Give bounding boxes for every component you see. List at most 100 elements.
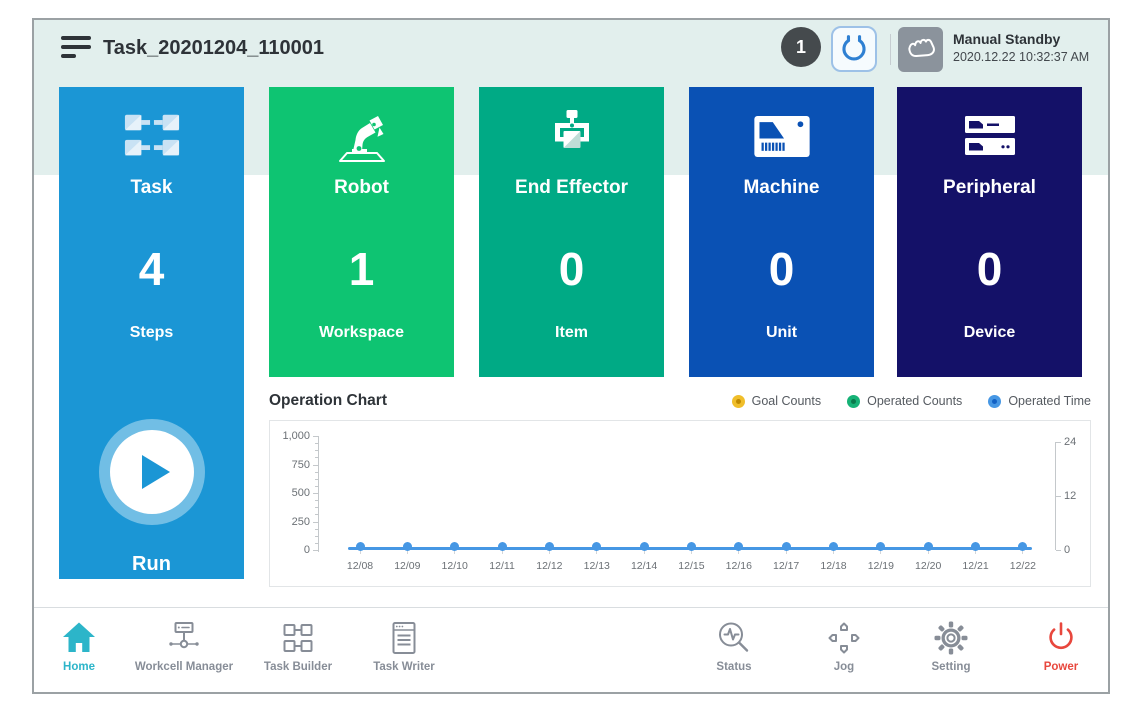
x-axis-label: 12/10 [433, 560, 477, 572]
legend-operated-counts[interactable]: Operated Counts [847, 394, 962, 408]
gripper-circle-icon [839, 32, 869, 67]
y-axis-minor-tick [315, 536, 318, 537]
nav-task-writer[interactable]: Task Writer [338, 618, 470, 673]
y-axis-minor-tick [313, 522, 318, 523]
header-divider [890, 34, 891, 65]
y-axis-left-tick: 750 [272, 459, 310, 471]
x-axis-label: 12/21 [954, 560, 998, 572]
run-button[interactable] [99, 419, 205, 525]
card-unit: Unit [689, 323, 874, 343]
operated-counts-dot-icon [847, 395, 860, 408]
card-unit: Steps [59, 323, 244, 343]
y-axis-minor-tick [313, 493, 318, 494]
y-axis-minor-tick [315, 479, 318, 480]
notification-badge[interactable]: 1 [781, 27, 821, 67]
bottom-navigation: Home Workcell Manager [34, 607, 1108, 692]
x-axis-label: 12/14 [622, 560, 666, 572]
y-axis-left-tick: 1,000 [272, 430, 310, 442]
goal-counts-dot-icon [732, 395, 745, 408]
data-point [450, 542, 459, 551]
data-point [876, 542, 885, 551]
nav-workcell-manager[interactable]: Workcell Manager [118, 618, 250, 673]
page-title: Task_20201204_110001 [103, 37, 324, 60]
data-point [498, 542, 507, 551]
manual-mode-tile[interactable] [898, 27, 943, 72]
menu-icon[interactable] [61, 36, 91, 62]
data-point [687, 542, 696, 551]
card-value: 0 [479, 237, 664, 301]
y-axis-minor-tick [313, 436, 318, 437]
card-robot[interactable]: Robot 1 Workspace [269, 87, 454, 377]
card-task[interactable]: Task 4 Steps Run [59, 87, 244, 579]
x-axis-label: 12/12 [527, 560, 571, 572]
legend-operated-time[interactable]: Operated Time [988, 394, 1091, 408]
play-icon [142, 455, 170, 489]
y-axis-minor-tick [313, 550, 318, 551]
data-point [971, 542, 980, 551]
y-axis-minor-tick [315, 450, 318, 451]
data-point [734, 542, 743, 551]
recovery-button[interactable] [831, 26, 877, 72]
x-axis-label: 12/15 [669, 560, 713, 572]
nav-power[interactable]: Power [995, 618, 1110, 673]
card-value: 0 [689, 237, 874, 301]
card-end-effector[interactable]: End Effector 0 Item [479, 87, 664, 377]
y-axis-right-tick [1056, 442, 1061, 443]
x-axis-label: 12/19 [859, 560, 903, 572]
data-point [640, 542, 649, 551]
gear-icon [931, 618, 971, 658]
y-axis-minor-tick [315, 486, 318, 487]
task-builder-icon [278, 618, 318, 658]
y-axis-minor-tick [313, 465, 318, 466]
data-point [782, 542, 791, 551]
home-icon [59, 618, 99, 658]
run-label: Run [59, 553, 244, 576]
x-axis-label: 12/16 [717, 560, 761, 572]
y-axis-minor-tick [315, 543, 318, 544]
chart-legend: Goal Counts Operated Counts Operated Tim… [732, 394, 1091, 408]
data-point [403, 542, 412, 551]
robot-arm-icon [269, 105, 454, 167]
data-point [592, 542, 601, 551]
y-axis-right-label: 24 [1064, 436, 1076, 448]
chart-title: Operation Chart [269, 392, 387, 410]
data-point [1018, 542, 1027, 551]
y-axis-left [318, 436, 319, 552]
card-label: Machine [689, 175, 874, 201]
y-axis-left-tick: 0 [272, 544, 310, 556]
server-stack-icon [897, 105, 1082, 167]
card-label: Peripheral [897, 175, 1082, 201]
x-axis-label: 12/09 [385, 560, 429, 572]
x-axis-label: 12/18 [812, 560, 856, 572]
machine-icon [689, 105, 874, 167]
x-axis-label: 12/11 [480, 560, 524, 572]
card-value: 0 [897, 237, 1082, 301]
x-axis-label: 12/08 [338, 560, 382, 572]
jog-dpad-icon [824, 618, 864, 658]
app-window: Task_20201204_110001 1 Manual Standby 20… [32, 18, 1110, 694]
robot-state: Manual Standby 2020.12.22 10:32:37 AM [953, 31, 1089, 64]
legend-goal-counts[interactable]: Goal Counts [732, 394, 821, 408]
data-point [356, 542, 365, 551]
status-magnifier-icon [714, 618, 754, 658]
gripper-icon [479, 105, 664, 167]
card-label: End Effector [479, 175, 664, 201]
y-axis-minor-tick [315, 529, 318, 530]
card-unit: Workspace [269, 323, 454, 343]
y-axis-right-tick [1056, 550, 1061, 551]
x-axis-label: 12/20 [906, 560, 950, 572]
workcell-manager-icon [164, 618, 204, 658]
card-label: Task [59, 175, 244, 201]
card-machine[interactable]: Machine 0 Unit [689, 87, 874, 377]
mode-label: Manual Standby [953, 31, 1089, 47]
card-label: Robot [269, 175, 454, 201]
card-unit: Item [479, 323, 664, 343]
y-axis-minor-tick [315, 507, 318, 508]
timestamp: 2020.12.22 10:32:37 AM [953, 50, 1089, 64]
card-peripheral[interactable]: Peripheral 0 Device [897, 87, 1082, 377]
card-unit: Device [897, 323, 1082, 343]
task-writer-icon [384, 618, 424, 658]
task-blocks-icon [59, 105, 244, 167]
operation-chart: 1,00075050025002412012/0812/0912/1012/11… [269, 420, 1091, 587]
y-axis-minor-tick [315, 443, 318, 444]
